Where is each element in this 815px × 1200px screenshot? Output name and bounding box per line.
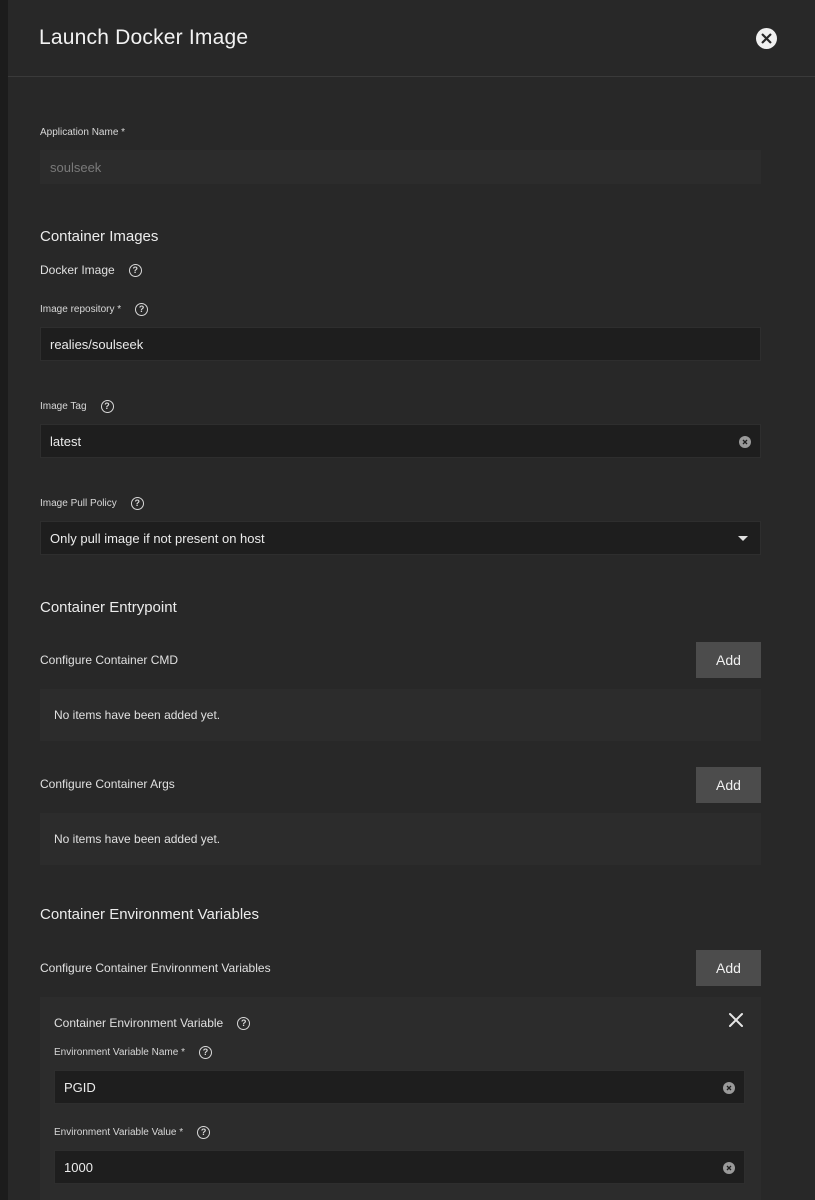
image-repository-value: realies/soulseek [50, 336, 144, 352]
dialog-header: Launch Docker Image [8, 0, 815, 77]
help-icon[interactable]: ? [130, 497, 144, 510]
launch-docker-image-dialog: Launch Docker Image Application Name * s… [8, 0, 815, 1200]
background-strip [0, 0, 8, 1200]
image-repository-label: Image repository * ? [40, 303, 149, 316]
help-icon[interactable]: ? [237, 1016, 251, 1030]
configure-cmd-label: Configure Container CMD [40, 653, 179, 667]
args-empty-list: No items have been added yet. [40, 813, 761, 865]
application-name-label: Application Name * [40, 127, 126, 138]
help-icon[interactable]: ? [197, 1126, 211, 1139]
clear-icon[interactable] [723, 1082, 735, 1094]
application-name-input[interactable]: soulseek [40, 150, 761, 184]
configure-env-vars-label: Configure Container Environment Variable… [40, 961, 271, 975]
help-icon[interactable]: ? [199, 1046, 212, 1059]
add-env-var-button[interactable]: Add [696, 950, 761, 986]
close-icon[interactable] [756, 28, 777, 49]
docker-image-label: Docker Image ? [40, 263, 142, 277]
clear-icon[interactable] [723, 1162, 735, 1174]
clear-icon[interactable] [739, 436, 751, 448]
container-entrypoint-heading: Container Entrypoint [40, 599, 177, 616]
add-args-button[interactable]: Add [696, 767, 761, 803]
env-var-title: Container Environment Variable ? [54, 1016, 251, 1030]
container-images-heading: Container Images [40, 228, 159, 245]
env-var-value-label: Environment Variable Value * ? [54, 1126, 211, 1139]
image-pull-policy-value: Only pull image if not present on host [50, 530, 265, 546]
caret-down-icon [738, 536, 748, 541]
container-env-vars-heading: Container Environment Variables [40, 906, 260, 923]
configure-args-label: Configure Container Args [40, 777, 175, 791]
image-repository-input[interactable]: realies/soulseek [40, 327, 761, 361]
help-icon[interactable]: ? [128, 263, 142, 277]
env-var-name-value: PGID [64, 1079, 96, 1095]
help-icon[interactable]: ? [100, 400, 114, 413]
env-var-card: Container Environment Variable ? Environ… [40, 997, 761, 1200]
image-tag-input[interactable]: latest [40, 424, 761, 458]
env-var-value-value: 1000 [64, 1159, 93, 1175]
image-pull-policy-label: Image Pull Policy ? [40, 497, 144, 510]
image-pull-policy-select[interactable]: Only pull image if not present on host [40, 521, 761, 555]
env-var-name-label: Environment Variable Name * ? [54, 1046, 212, 1059]
help-icon[interactable]: ? [135, 303, 149, 316]
add-cmd-button[interactable]: Add [696, 642, 761, 678]
env-var-name-input[interactable]: PGID [54, 1070, 745, 1104]
cmd-empty-list: No items have been added yet. [40, 689, 761, 741]
image-tag-label: Image Tag ? [40, 400, 114, 413]
application-name-value: soulseek [50, 159, 102, 175]
dialog-title: Launch Docker Image [39, 26, 249, 49]
env-var-value-input[interactable]: 1000 [54, 1150, 745, 1184]
image-tag-value: latest [50, 433, 82, 449]
remove-env-var-icon[interactable] [727, 1011, 745, 1029]
